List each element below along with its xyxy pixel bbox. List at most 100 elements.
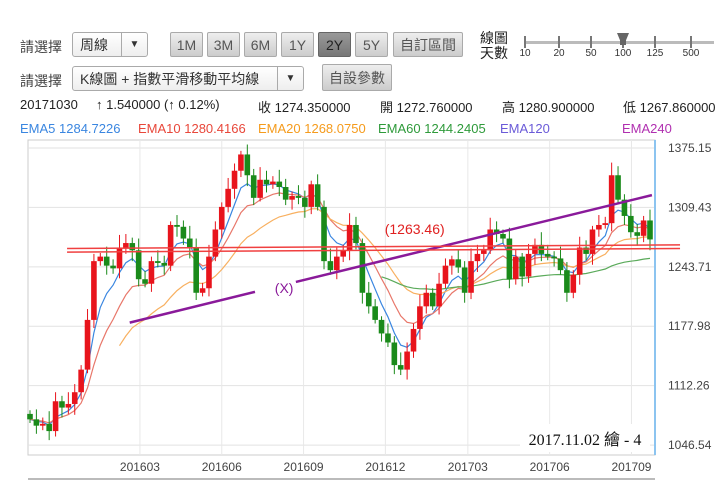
candle-body	[263, 179, 270, 185]
candle-body	[589, 229, 596, 254]
candle-body	[174, 224, 180, 227]
y-tick-label: 1046.54	[668, 438, 712, 452]
candle-body	[557, 258, 564, 271]
candle-body	[372, 306, 378, 320]
candle-body	[250, 175, 257, 198]
candle-body	[91, 261, 97, 320]
y-tick-label: 1243.71	[668, 260, 712, 274]
candle-body	[340, 250, 346, 257]
candle-body	[314, 184, 321, 207]
candle-body	[423, 292, 430, 307]
candle-body	[225, 188, 231, 207]
candle-body	[321, 206, 327, 262]
candle-body	[46, 423, 52, 432]
candle-body	[429, 292, 436, 307]
candle-body	[148, 261, 155, 284]
candle-body	[129, 243, 136, 251]
candle-body	[270, 181, 276, 185]
annotation-label: (1263.46)	[385, 221, 445, 237]
x-tick-label: 201709	[611, 460, 651, 474]
annotation-label: (X)	[275, 280, 294, 296]
candle-body	[244, 154, 251, 176]
candle-body	[385, 333, 391, 343]
candle-body	[410, 328, 417, 352]
candle-body	[33, 419, 40, 426]
candle-body	[615, 175, 621, 200]
y-tick-label: 1177.98	[668, 319, 711, 333]
candle-body	[647, 220, 653, 240]
candle-body	[506, 238, 513, 280]
x-tick-label: 201703	[448, 460, 488, 474]
candle-body	[602, 223, 609, 225]
y-tick-label: 1375.15	[668, 141, 712, 155]
candle-body	[378, 319, 385, 334]
candle-body	[276, 181, 283, 188]
x-tick-label: 201606	[202, 460, 242, 474]
candle-body	[404, 351, 410, 370]
candle-body	[576, 247, 583, 275]
candle-body	[199, 288, 206, 293]
candle-body	[417, 306, 423, 329]
candle-body	[84, 319, 91, 370]
candle-body	[397, 365, 404, 370]
x-tick-label: 201706	[530, 460, 570, 474]
candle-body	[308, 184, 315, 207]
candle-body	[123, 243, 129, 248]
candle-body	[257, 179, 263, 198]
candle-body	[544, 253, 551, 257]
candle-body	[27, 413, 33, 420]
candlestick-chart: 1375.15 1309.43 1243.71 1177.98 1112.26 1046.…	[27, 139, 712, 480]
candle-body	[564, 270, 570, 293]
candle-body	[512, 256, 519, 280]
candle-body	[161, 262, 168, 266]
candle-body	[634, 232, 641, 236]
candle-body	[461, 267, 468, 293]
candle-body	[436, 283, 442, 307]
candle-body	[519, 256, 525, 277]
candle-body	[206, 256, 212, 289]
candle-body	[327, 261, 334, 271]
x-tick-label: 201609	[284, 460, 324, 474]
candle-body	[65, 403, 72, 408]
candle-body	[103, 256, 110, 266]
candle-body	[97, 256, 104, 262]
candle-body	[295, 196, 302, 198]
candle-body	[39, 423, 46, 426]
candle-body	[212, 229, 219, 257]
candle-body	[71, 392, 78, 404]
candle-body	[525, 253, 532, 277]
y-tick-label: 1112.26	[668, 379, 710, 393]
candle-body	[628, 215, 634, 233]
candle-body	[608, 175, 615, 224]
candle-body	[167, 224, 174, 266]
candle-body	[334, 256, 340, 271]
y-tick-label: 1309.43	[668, 200, 712, 214]
candle-body	[596, 224, 602, 230]
candle-body	[570, 274, 577, 293]
candle-body	[474, 253, 481, 262]
candle-body	[449, 259, 455, 266]
candle-body	[302, 197, 308, 207]
watermark: 2017.11.02 繪 - 4	[520, 424, 650, 452]
candle-body	[551, 256, 557, 259]
candle-body	[180, 226, 187, 239]
candle-body	[59, 401, 65, 408]
candle-body	[391, 342, 398, 366]
candle-body	[481, 250, 487, 254]
candle-body	[289, 196, 295, 200]
candle-body	[455, 259, 462, 268]
candle-body	[52, 401, 59, 432]
candle-body	[353, 224, 359, 244]
candle-body	[282, 187, 289, 200]
candle-body	[442, 265, 449, 284]
candle-body	[116, 247, 123, 269]
candle-body	[110, 265, 116, 269]
x-tick-label: 201612	[365, 460, 405, 474]
candle-body	[365, 292, 372, 307]
x-tick-label: 201603	[120, 460, 160, 474]
candle-body	[231, 170, 238, 189]
candle-body	[142, 279, 148, 284]
candle-body	[238, 154, 244, 171]
candle-body	[155, 261, 161, 263]
candle-body	[186, 238, 193, 248]
